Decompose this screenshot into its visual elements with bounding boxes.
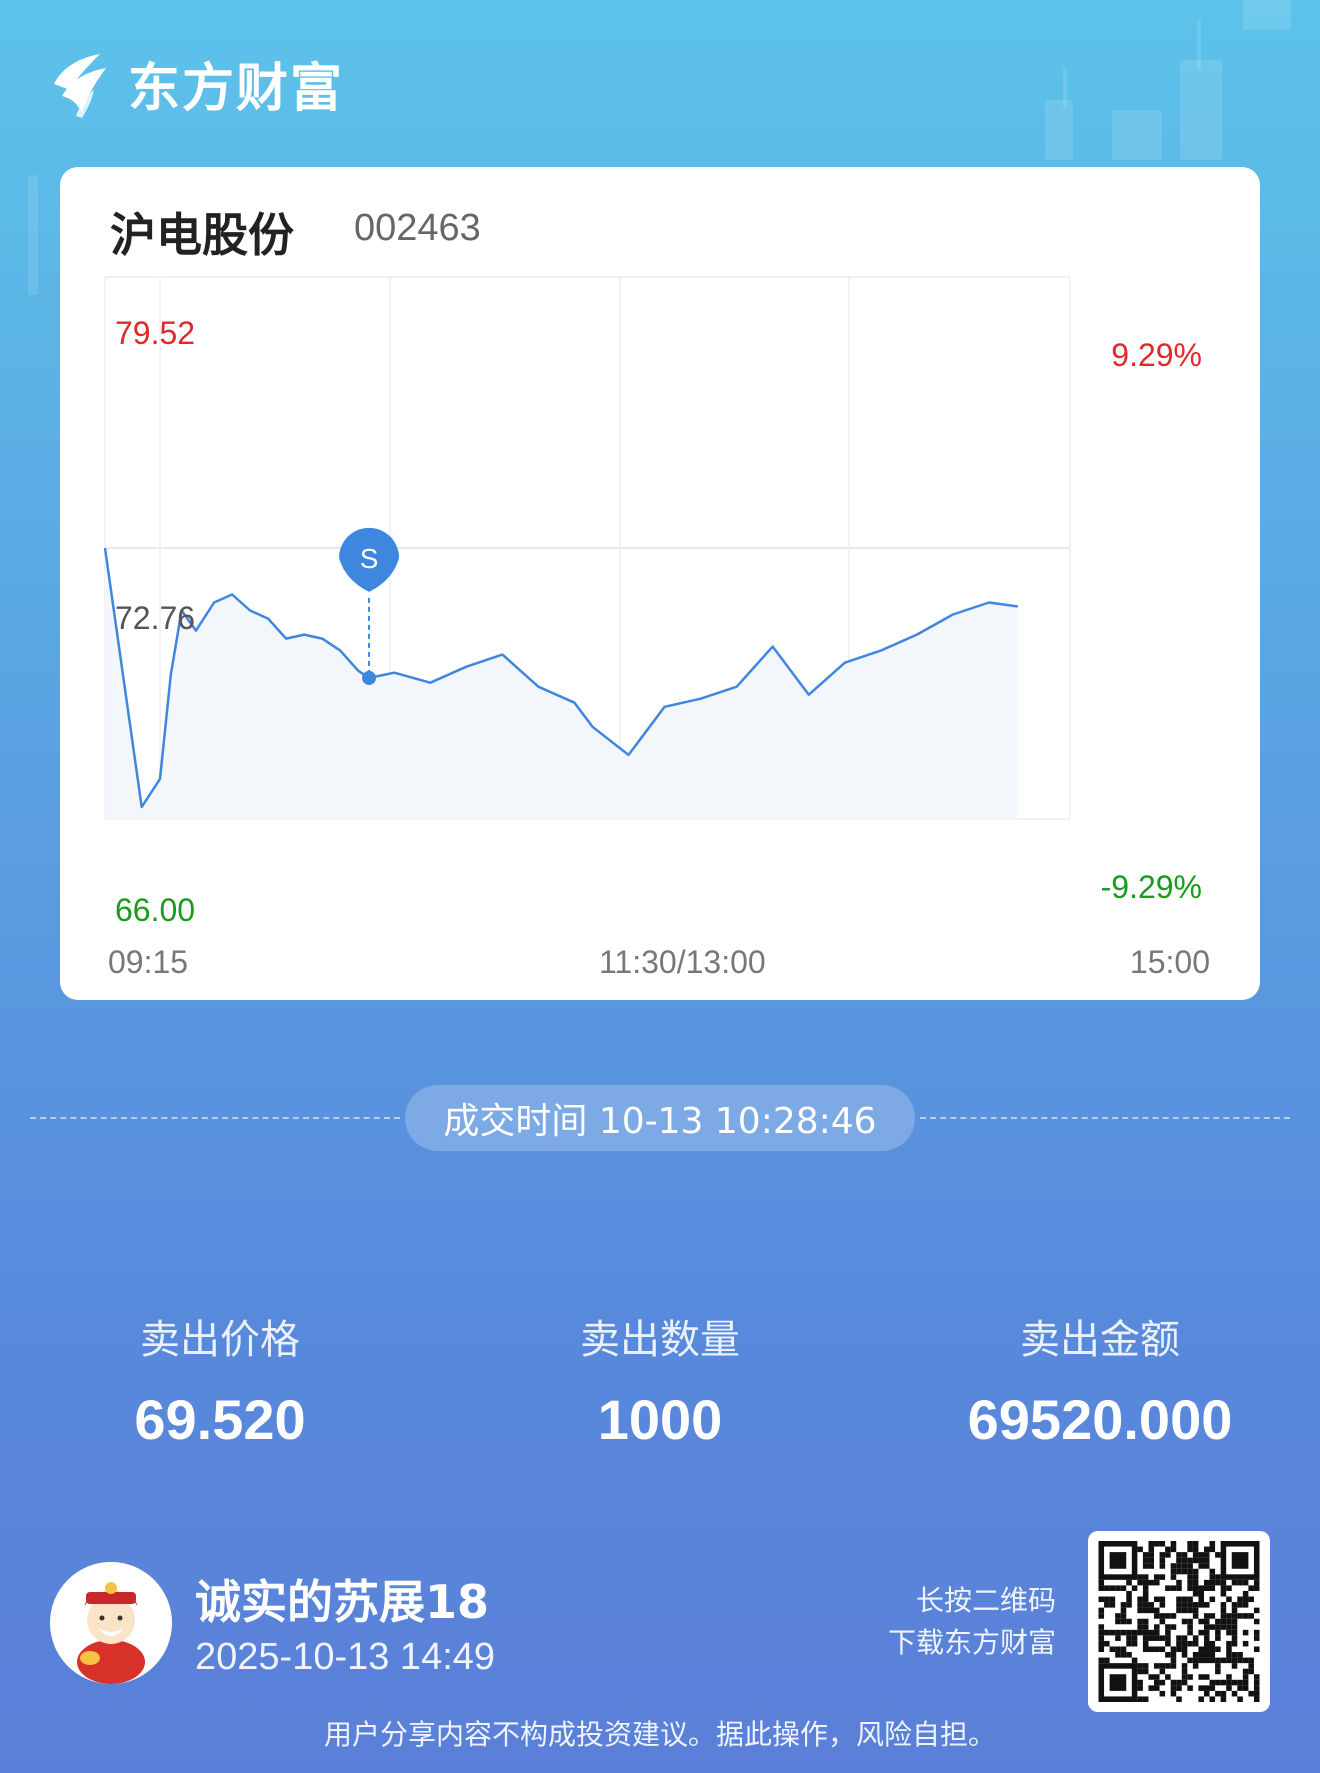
x-tick-label: 11:30/13:00 — [599, 944, 766, 980]
stat-value: 69.520 — [134, 1388, 306, 1451]
price-low-label: 66.00 — [115, 892, 196, 928]
price-mid-label: 72.76 — [115, 600, 196, 636]
stat-value: 69520.000 — [967, 1388, 1233, 1451]
stat-label: 卖出数量 — [580, 1317, 740, 1363]
qr-hint-line2: 下载东方财富 — [887, 1626, 1056, 1659]
trade-time-row: 成交时间 10-13 10:28:46 — [30, 1085, 1290, 1151]
qr-code[interactable] — [1088, 1531, 1270, 1712]
x-tick-label: 09:15 — [108, 944, 189, 980]
avatar[interactable] — [50, 1562, 172, 1684]
brand-leaf-icon — [54, 53, 106, 118]
pct-low-label: -9.29% — [1100, 869, 1202, 905]
stat-sell-price: 卖出价格 69.520 — [20, 1307, 420, 1452]
dashed-divider-left — [30, 1117, 400, 1119]
stat-sell-amount: 卖出金额 69520.000 — [900, 1307, 1300, 1452]
brand-name: 东方财富 — [128, 59, 345, 119]
stat-sell-quantity: 卖出数量 1000 — [460, 1307, 860, 1452]
bg-candle — [28, 175, 38, 295]
bg-wick — [1063, 68, 1067, 108]
share-time: 2025-10-13 14:49 — [195, 1636, 496, 1678]
price-high-label: 79.52 — [115, 315, 196, 351]
fortune-god-avatar-icon — [50, 1562, 172, 1684]
brand-logo: 东方财富 — [48, 46, 344, 121]
dashed-divider-right — [920, 1117, 1290, 1119]
stat-label: 卖出价格 — [140, 1317, 300, 1363]
trade-time-pill: 成交时间 10-13 10:28:46 — [405, 1085, 915, 1151]
bg-wick — [1197, 20, 1201, 70]
user-name: 诚实的苏展18 — [195, 1575, 490, 1629]
disclaimer: 用户分享内容不构成投资建议。据此操作，风险自担。 — [323, 1718, 996, 1751]
x-tick-label: 15:00 — [1129, 944, 1210, 980]
bg-candle — [1045, 100, 1073, 160]
qr-code-icon — [1098, 1541, 1260, 1702]
bg-candle — [1243, 0, 1291, 30]
bg-candle — [1180, 60, 1222, 160]
qr-hint: 长按二维码 下载东方财富 — [888, 1580, 1056, 1664]
pct-high-label: 9.29% — [1111, 337, 1202, 373]
qr-hint-line1: 长按二维码 — [915, 1584, 1056, 1617]
marker-label: S — [360, 543, 379, 574]
stat-value: 1000 — [597, 1388, 723, 1451]
price-area — [105, 548, 1018, 819]
bg-candle — [1112, 110, 1162, 160]
intraday-chart: S — [103, 276, 1071, 820]
marker-dot — [362, 670, 377, 685]
stock-chart-card: 沪电股份 002463 S 79.52 72.76 66.00 9.29% -9… — [60, 167, 1260, 1000]
stat-label: 卖出金额 — [1020, 1317, 1180, 1363]
